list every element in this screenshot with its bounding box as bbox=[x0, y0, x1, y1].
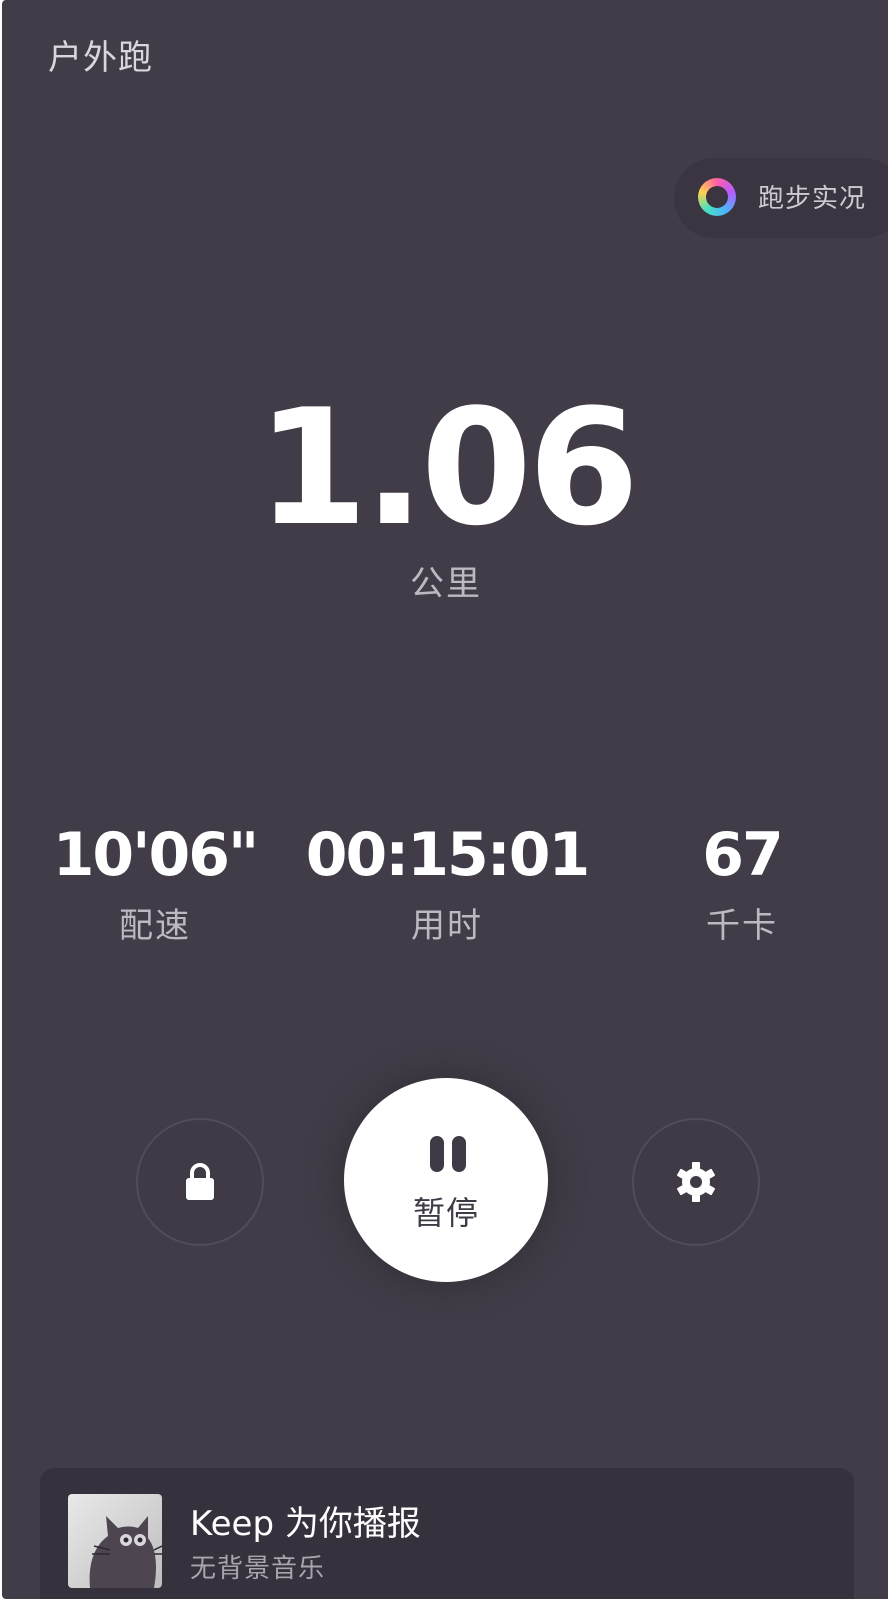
pace-label: 配速 bbox=[119, 906, 191, 946]
page-title: 户外跑 bbox=[48, 38, 153, 78]
running-screen: 户外跑 跑步实况 1.06 公里 10'06" 配速 00:15:01 用时 6… bbox=[2, 0, 888, 1599]
lock-button[interactable] bbox=[136, 1118, 264, 1246]
duration-value: 00:15:01 bbox=[305, 820, 590, 890]
running-live-button[interactable]: 跑步实况 bbox=[674, 158, 888, 238]
pace-value: 10'06" bbox=[52, 820, 260, 890]
distance-value: 1.06 bbox=[256, 374, 640, 561]
pause-label: 暂停 bbox=[412, 1194, 479, 1232]
album-art bbox=[68, 1494, 162, 1588]
pause-icon bbox=[428, 1136, 468, 1172]
calories-value: 67 bbox=[702, 820, 784, 890]
duration-stat: 00:15:01 用时 bbox=[302, 820, 592, 947]
pace-stat: 10'06" 配速 bbox=[50, 820, 260, 947]
music-subtitle: 无背景音乐 bbox=[190, 1554, 326, 1584]
cat-illustration bbox=[89, 1516, 162, 1588]
duration-label: 用时 bbox=[411, 906, 483, 946]
music-title: Keep 为你播报 bbox=[190, 1504, 421, 1544]
lock-icon bbox=[186, 1163, 214, 1200]
running-live-label: 跑步实况 bbox=[758, 184, 867, 214]
settings-button[interactable] bbox=[632, 1118, 760, 1246]
distance-unit: 公里 bbox=[410, 564, 482, 604]
gear-icon bbox=[677, 1162, 715, 1202]
calories-label: 千卡 bbox=[706, 906, 778, 946]
calories-stat: 67 千卡 bbox=[662, 820, 822, 947]
music-card[interactable]: Keep 为你播报 无背景音乐 bbox=[40, 1468, 854, 1599]
pause-button[interactable]: 暂停 bbox=[344, 1078, 548, 1282]
live-ring-icon bbox=[698, 178, 736, 216]
